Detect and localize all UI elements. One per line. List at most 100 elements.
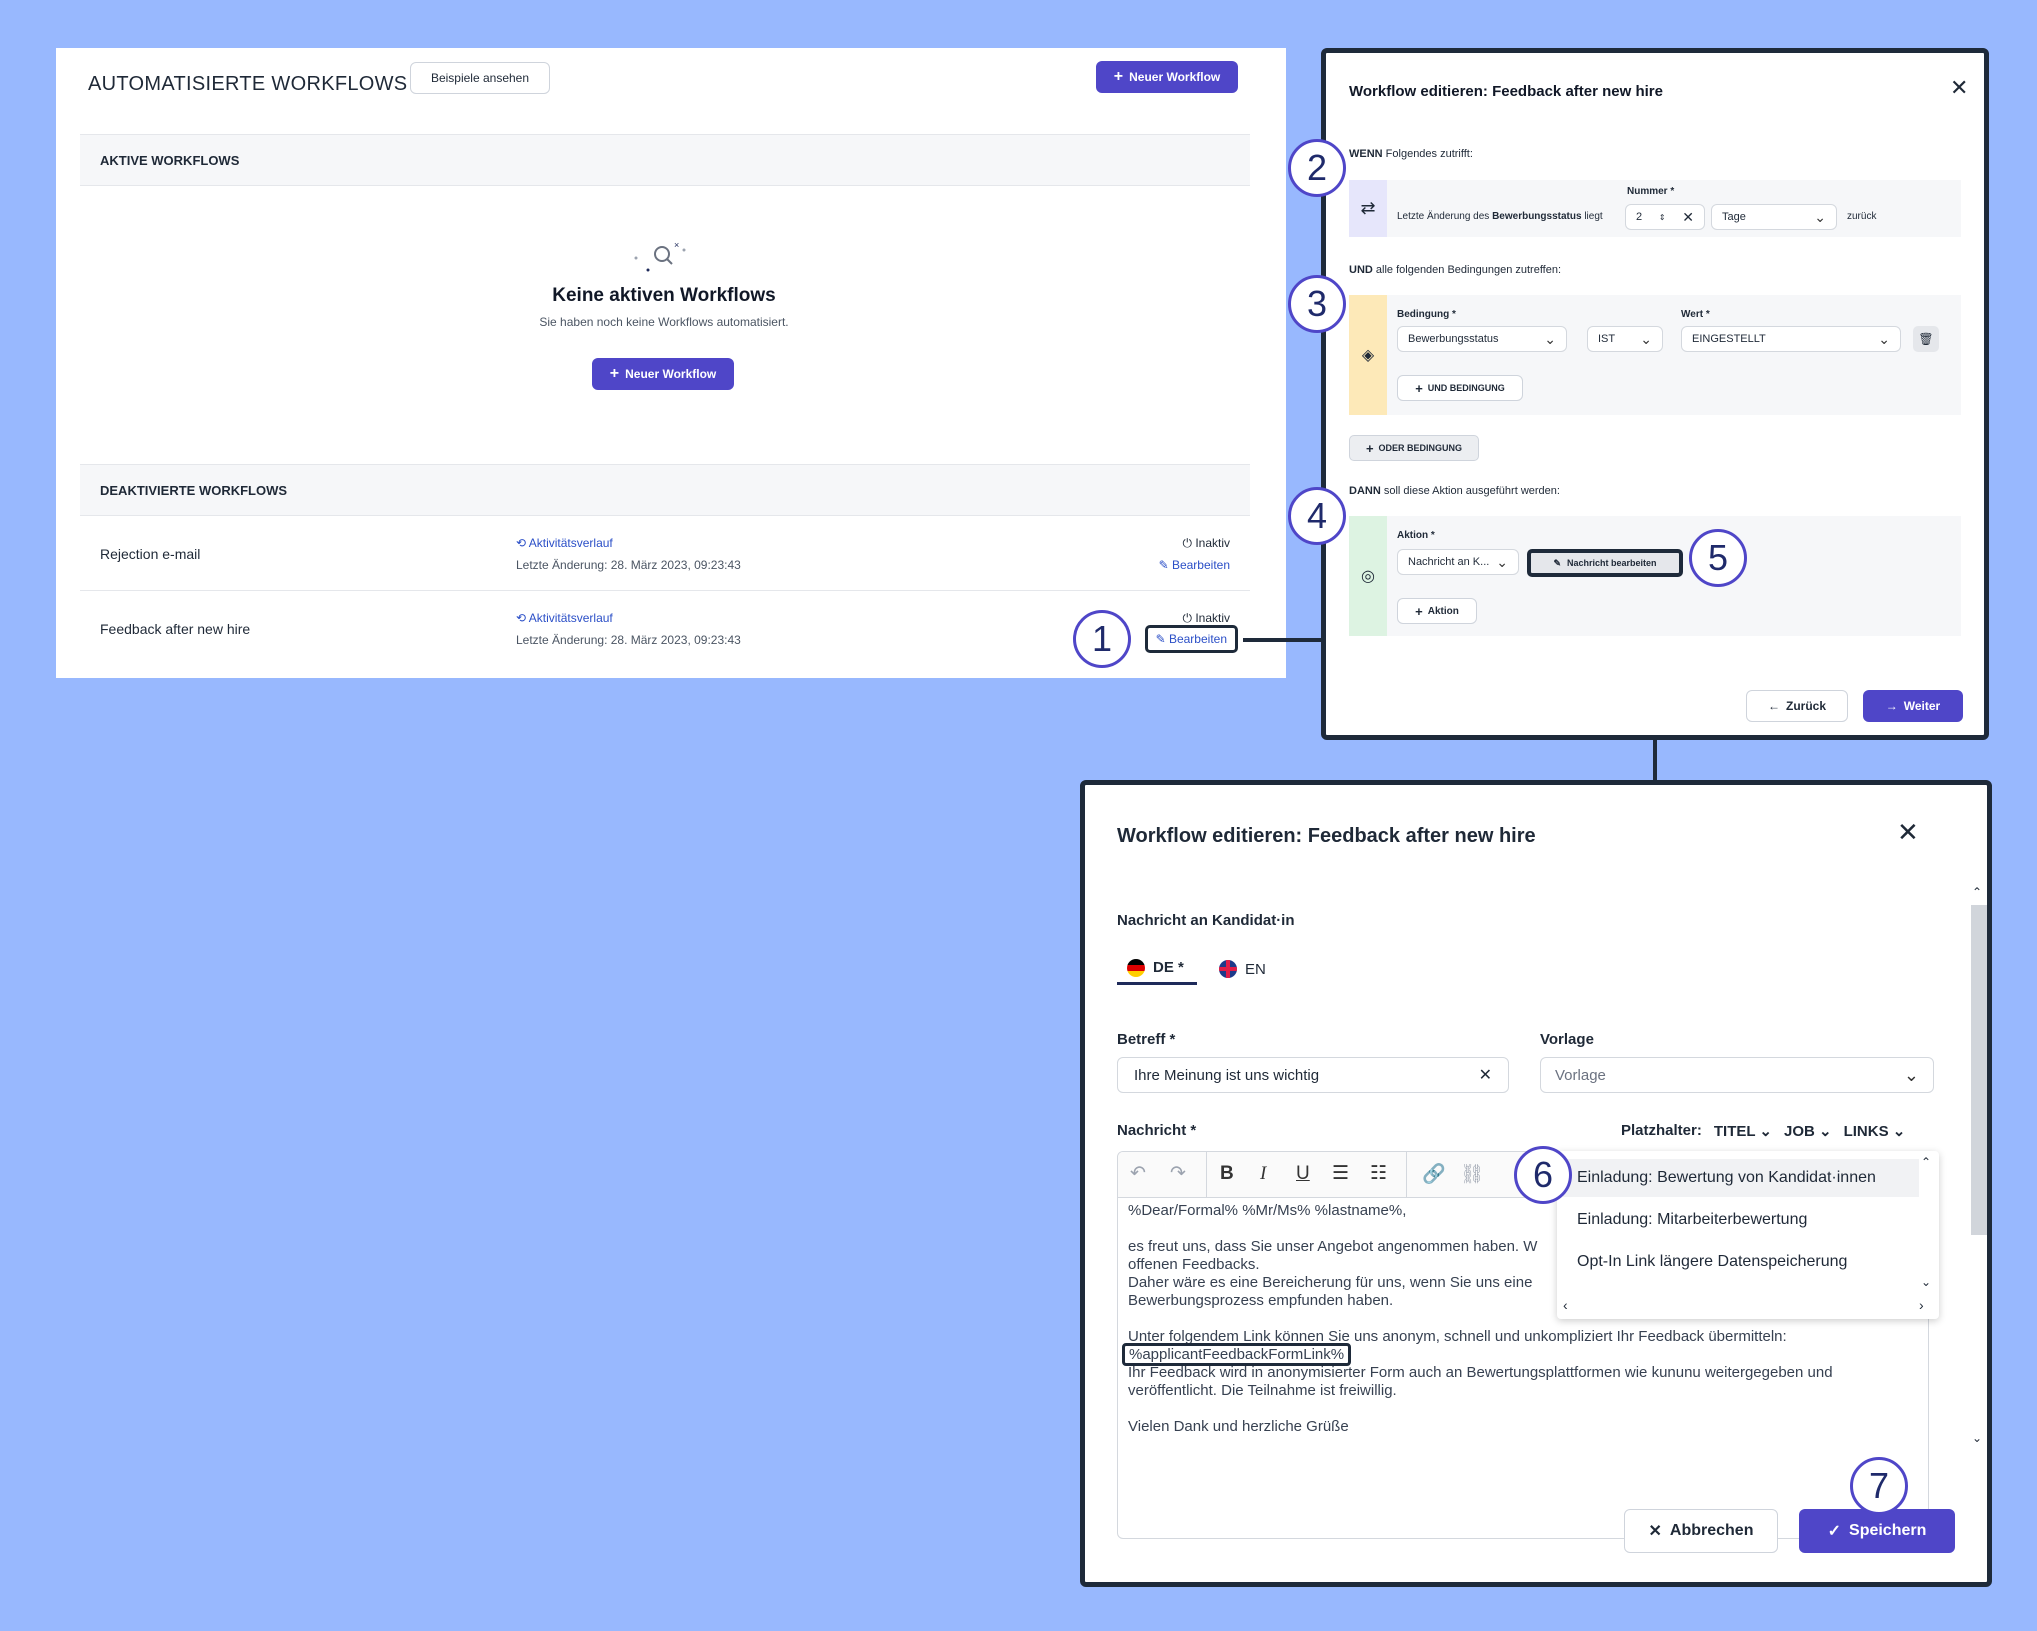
- scroll-right-icon[interactable]: ›: [1919, 1297, 1924, 1313]
- swap-icon: ⇄: [1349, 180, 1387, 237]
- close-icon[interactable]: ✕: [1950, 75, 1968, 101]
- condition-select[interactable]: Bewerbungsstatus ⌄: [1397, 326, 1567, 352]
- history-icon: ⟲: [516, 536, 529, 550]
- check-icon: ✓: [1827, 1523, 1842, 1540]
- unit-select[interactable]: Tage ⌄: [1711, 204, 1837, 230]
- active-workflows-header: AKTIVE WORKFLOWS: [80, 134, 1250, 186]
- dropdown-item[interactable]: Einladung: Mitarbeiterbewertung: [1577, 1211, 1807, 1229]
- callout-7: 7: [1850, 1457, 1908, 1515]
- status-badge: ⏻ Inaktiv: [1182, 536, 1230, 550]
- last-changed: Letzte Änderung: 28. März 2023, 09:23:43: [516, 633, 741, 647]
- tab-de[interactable]: DE *: [1117, 953, 1197, 985]
- add-action-button[interactable]: + Aktion: [1397, 598, 1477, 624]
- scroll-down-icon[interactable]: ⌄: [1921, 1275, 1931, 1289]
- scrollbar[interactable]: [1971, 905, 1987, 1235]
- arrow-left-icon: ←: [1767, 699, 1780, 713]
- close-icon[interactable]: ✕: [1897, 817, 1919, 848]
- italic-icon[interactable]: I: [1260, 1163, 1266, 1185]
- back-button[interactable]: ← Zurück: [1746, 690, 1848, 722]
- close-icon: ✕: [1648, 1523, 1662, 1540]
- tab-en[interactable]: EN: [1213, 953, 1283, 985]
- link-icon[interactable]: 🔗: [1422, 1162, 1446, 1186]
- empty-state-illustration: ×: [630, 238, 690, 274]
- callout-1: 1: [1073, 610, 1131, 668]
- examples-button[interactable]: Beispiele ansehen: [410, 62, 550, 94]
- edit-button[interactable]: ✎ Bearbeiten: [1159, 558, 1230, 572]
- numbered-list-icon[interactable]: ☷: [1370, 1162, 1387, 1185]
- unlink-icon[interactable]: ⛓: [1460, 1162, 1484, 1186]
- plus-icon: +: [609, 365, 620, 382]
- empty-state-title: Keine aktiven Workflows: [552, 285, 776, 306]
- value-select[interactable]: EINGESTELLT ⌄: [1681, 326, 1901, 352]
- callout-2: 2: [1288, 139, 1346, 197]
- save-button[interactable]: ✓ Speichern: [1799, 1509, 1955, 1553]
- toolbar-divider: [1406, 1152, 1407, 1198]
- placeholder-links[interactable]: LINKS ⌄: [1844, 1122, 1906, 1140]
- redo-icon[interactable]: ↷: [1170, 1162, 1186, 1185]
- bullet-list-icon[interactable]: ☰: [1332, 1162, 1349, 1185]
- callout-3: 3: [1288, 275, 1346, 333]
- status-badge: ⏻ Inaktiv: [1182, 611, 1230, 625]
- activity-link[interactable]: ⟲ Aktivitätsverlauf: [516, 536, 613, 550]
- dropdown-item[interactable]: Einladung: Bewertung von Kandidat·innen: [1563, 1159, 1919, 1197]
- callout-5: 5: [1689, 529, 1747, 587]
- pencil-icon: ✎: [1155, 632, 1169, 646]
- toolbar-divider: [1206, 1152, 1207, 1198]
- scroll-up-icon[interactable]: ⌃: [1921, 1155, 1931, 1169]
- number-input[interactable]: 2 ⇕ ✕: [1625, 204, 1705, 230]
- placeholder-dropdown: Einladung: Bewertung von Kandidat·innen …: [1557, 1151, 1939, 1319]
- power-icon: ⏻: [1182, 536, 1196, 550]
- empty-new-workflow-button[interactable]: + Neuer Workflow: [592, 358, 734, 390]
- plus-icon: +: [1113, 68, 1124, 85]
- trash-icon[interactable]: 🗑: [1913, 326, 1939, 352]
- plus-icon: +: [1415, 380, 1423, 396]
- scroll-down-icon[interactable]: ⌄: [1972, 1431, 1982, 1445]
- workflow-edit-dialog: Workflow editieren: Feedback after new h…: [1321, 48, 1989, 740]
- connector-line: [1243, 638, 1323, 642]
- condition-icon: ◈: [1349, 295, 1387, 415]
- operator-select[interactable]: IST ⌄: [1587, 326, 1663, 352]
- template-select[interactable]: Vorlage ⌄: [1540, 1057, 1934, 1093]
- chevron-down-icon: ⌄: [1878, 330, 1890, 347]
- german-flag-icon: [1127, 958, 1145, 977]
- edit-message-button[interactable]: ✎ Nachricht bearbeiten: [1527, 549, 1683, 577]
- actions-block: ◎ Aktion * Nachricht an K... ⌄ ✎ Nachricht…: [1349, 516, 1961, 636]
- page-title: AUTOMATISIERTE WORKFLOWS: [88, 73, 408, 95]
- placeholder-titel[interactable]: TITEL ⌄: [1714, 1122, 1772, 1140]
- subject-input[interactable]: Ihre Meinung ist uns wichtig ✕: [1117, 1057, 1509, 1093]
- last-change-text: Letzte Änderung des Bewerbungsstatus lie…: [1397, 211, 1603, 222]
- placeholder-job[interactable]: JOB ⌄: [1784, 1122, 1832, 1140]
- chevron-down-icon: ⌄: [1544, 330, 1556, 347]
- when-block: ⇄ Nummer * Letzte Änderung des Bewerbung…: [1349, 180, 1961, 237]
- action-select[interactable]: Nachricht an K... ⌄: [1397, 549, 1519, 575]
- feedback-link-placeholder: %applicantFeedbackFormLink%: [1122, 1343, 1352, 1366]
- dropdown-item[interactable]: Opt-In Link längere Datenspeicherung: [1577, 1253, 1847, 1271]
- next-button[interactable]: → Weiter: [1863, 690, 1963, 722]
- edit-button[interactable]: ✎ Bearbeiten: [1144, 625, 1238, 653]
- when-label: WENN Folgendes zutrifft:: [1349, 148, 1473, 160]
- placeholder-menu: Platzhalter: TITEL ⌄ JOB ⌄ LINKS ⌄: [1621, 1122, 1906, 1140]
- stepper-icon[interactable]: ⇕: [1659, 213, 1666, 222]
- underline-icon[interactable]: U: [1296, 1163, 1310, 1185]
- chevron-down-icon: ⌄: [1640, 330, 1652, 347]
- add-and-condition-button[interactable]: + UND BEDINGUNG: [1397, 375, 1523, 401]
- dialog-title: Workflow editieren: Feedback after new h…: [1117, 825, 1536, 847]
- scroll-up-icon[interactable]: ⌃: [1972, 885, 1982, 899]
- cancel-button[interactable]: ✕ Abbrechen: [1624, 1509, 1778, 1553]
- clear-icon[interactable]: ✕: [1682, 209, 1694, 226]
- undo-icon[interactable]: ↶: [1130, 1162, 1146, 1185]
- plus-icon: +: [1415, 603, 1423, 619]
- workflow-name: Rejection e-mail: [100, 546, 201, 562]
- scroll-left-icon[interactable]: ‹: [1563, 1297, 1568, 1313]
- deactivated-workflows-header: DEAKTIVIERTE WORKFLOWS: [80, 464, 1250, 516]
- connector-line: [1653, 738, 1657, 782]
- clear-icon[interactable]: ✕: [1479, 1065, 1492, 1085]
- uk-flag-icon: [1219, 960, 1237, 978]
- bold-icon[interactable]: B: [1220, 1163, 1234, 1185]
- activity-link[interactable]: ⟲ Aktivitätsverlauf: [516, 611, 613, 625]
- add-or-condition-button[interactable]: + ODER BEDINGUNG: [1349, 435, 1479, 461]
- pencil-icon: ✎: [1553, 557, 1561, 568]
- workflows-panel: AUTOMATISIERTE WORKFLOWS Beispiele anseh…: [56, 48, 1286, 678]
- new-workflow-button[interactable]: + Neuer Workflow: [1096, 61, 1238, 93]
- workflow-name: Feedback after new hire: [100, 621, 251, 637]
